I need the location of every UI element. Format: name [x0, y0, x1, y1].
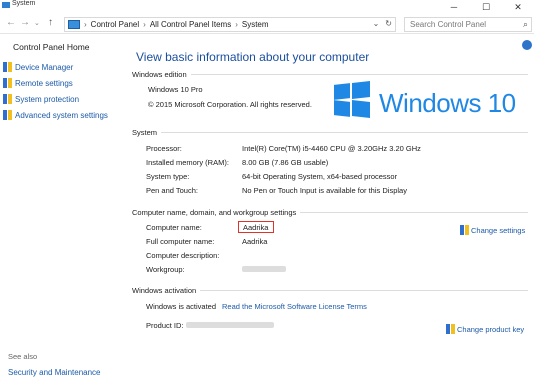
main-content: View basic information about your comput… — [126, 34, 534, 390]
minimize-button[interactable]: ─ — [438, 0, 470, 14]
copyright-text: © 2015 Microsoft Corporation. All rights… — [148, 100, 312, 109]
sidebar-item-remote-settings[interactable]: Remote settings — [3, 78, 73, 88]
system-icon — [2, 2, 10, 8]
up-arrow-icon[interactable]: ↑ — [48, 17, 53, 28]
windows-logo-text: Windows 10 — [379, 88, 516, 118]
section-computer-name: Computer name, domain, and workgroup set… — [132, 208, 528, 217]
see-also-heading: See also — [8, 352, 38, 361]
search-placeholder: Search Control Panel — [410, 20, 487, 29]
change-settings-link[interactable]: Change settings — [460, 225, 525, 235]
shield-icon — [3, 110, 12, 120]
shield-icon — [3, 62, 12, 72]
address-dropdown-icon[interactable]: ⌄ — [373, 19, 380, 28]
sidebar-home-link[interactable]: Control Panel Home — [13, 42, 90, 52]
address-bar: ← → ⌄ ↑ › Control Panel › All Control Pa… — [0, 14, 534, 34]
windows-logo-icon — [334, 81, 370, 118]
page-title: View basic information about your comput… — [136, 50, 370, 64]
window-controls: ─ ☐ ✕ — [438, 0, 534, 14]
refresh-icon[interactable]: ↻ — [385, 19, 392, 28]
highlight-box — [238, 221, 274, 233]
recent-chevron-icon[interactable]: ⌄ — [34, 19, 40, 27]
breadcrumb-system[interactable]: System — [242, 20, 269, 29]
shield-icon — [446, 324, 455, 334]
security-maintenance-link[interactable]: Security and Maintenance — [8, 368, 101, 377]
breadcrumb[interactable]: › Control Panel › All Control Panel Item… — [64, 17, 396, 32]
sidebar-item-device-manager[interactable]: Device Manager — [3, 62, 73, 72]
shield-icon — [460, 225, 469, 235]
section-windows-edition: Windows edition — [132, 70, 528, 79]
edition-name: Windows 10 Pro — [148, 85, 203, 94]
close-button[interactable]: ✕ — [502, 0, 534, 14]
sidebar-item-system-protection[interactable]: System protection — [3, 94, 79, 104]
sidebar: Control Panel Home Device Manager Remote… — [0, 34, 126, 390]
change-product-key-link[interactable]: Change product key — [446, 324, 524, 334]
maximize-button[interactable]: ☐ — [470, 0, 502, 14]
shield-icon — [3, 94, 12, 104]
product-id-redacted — [186, 321, 274, 330]
license-terms-link[interactable]: Read the Microsoft Software License Term… — [222, 302, 367, 311]
shield-icon — [3, 78, 12, 88]
breadcrumb-control-panel[interactable]: Control Panel — [91, 20, 139, 29]
workgroup-value-redacted — [242, 265, 286, 274]
breadcrumb-all-items[interactable]: All Control Panel Items — [150, 20, 231, 29]
search-input[interactable]: Search Control Panel ⌕ — [404, 17, 532, 32]
back-arrow-icon[interactable]: ← — [6, 17, 16, 28]
section-activation: Windows activation — [132, 286, 528, 295]
control-panel-icon — [68, 20, 80, 29]
forward-arrow-icon[interactable]: → — [20, 17, 30, 28]
window-title: System — [12, 0, 36, 7]
help-icon[interactable] — [522, 40, 532, 50]
sidebar-item-advanced-settings[interactable]: Advanced system settings — [3, 110, 108, 120]
section-system: System — [132, 128, 528, 137]
search-icon[interactable]: ⌕ — [523, 19, 528, 30]
title-bar: System ─ ☐ ✕ — [0, 0, 534, 14]
